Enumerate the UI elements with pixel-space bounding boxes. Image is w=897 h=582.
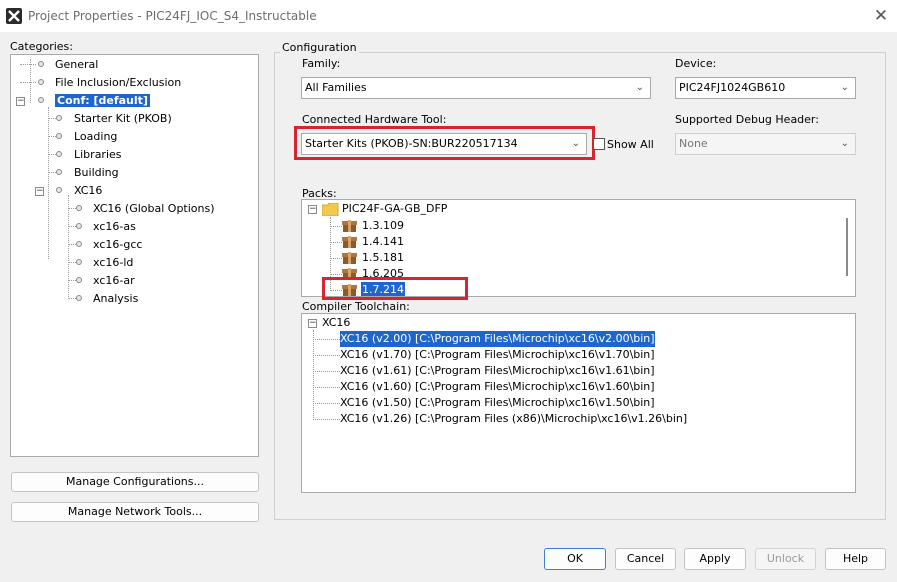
collapse-icon[interactable]: − <box>308 319 317 328</box>
collapse-icon[interactable]: − <box>35 187 44 196</box>
node-icon <box>76 241 82 247</box>
category-file-inclusion[interactable]: File Inclusion/Exclusion <box>55 75 181 91</box>
category-xc16-gcc[interactable]: xc16-gcc <box>93 237 142 253</box>
node-icon <box>76 277 82 283</box>
toolchain-item[interactable]: XC16 (v1.61) [C:\Program Files\Microchip… <box>340 363 655 379</box>
category-xc16[interactable]: XC16 <box>74 183 102 199</box>
device-value: PIC24FJ1024GB610 <box>679 81 786 94</box>
unlock-button[interactable]: Unlock <box>755 548 816 570</box>
family-select[interactable]: All Families ⌄ <box>301 77 651 99</box>
toolchain-label: Compiler Toolchain: <box>302 300 410 313</box>
mplab-app-icon <box>6 8 22 24</box>
node-icon <box>76 223 82 229</box>
annotation-highlight-hardware-tool <box>294 126 595 160</box>
device-select[interactable]: PIC24FJ1024GB610 ⌄ <box>675 77 856 99</box>
configuration-label: Configuration <box>280 41 359 54</box>
chevron-down-icon: ⌄ <box>840 82 849 93</box>
close-window-button[interactable]: ✕ <box>868 4 894 28</box>
toolchain-root[interactable]: XC16 <box>322 315 350 331</box>
conf-default-label: Conf: [default] <box>55 94 150 107</box>
node-icon <box>56 115 62 121</box>
chevron-down-icon: ⌄ <box>840 138 849 149</box>
collapse-icon[interactable]: − <box>16 97 25 106</box>
node-icon <box>76 259 82 265</box>
package-icon <box>342 220 357 232</box>
toolchain-item[interactable]: XC16 (v1.70) [C:\Program Files\Microchip… <box>340 347 655 363</box>
pack-version[interactable]: 1.5.181 <box>362 250 404 266</box>
toolchain-item[interactable]: XC16 (v1.26) [C:\Program Files (x86)\Mic… <box>340 411 687 427</box>
pack-version[interactable]: 1.4.141 <box>362 234 404 250</box>
category-libraries[interactable]: Libraries <box>74 147 122 163</box>
node-icon <box>76 205 82 211</box>
pack-version[interactable]: 1.3.109 <box>362 218 404 234</box>
node-icon <box>38 61 44 67</box>
node-icon <box>38 97 44 103</box>
package-icon <box>342 252 357 264</box>
toolchain-item[interactable]: XC16 (v1.50) [C:\Program Files\Microchip… <box>340 395 655 411</box>
collapse-icon[interactable]: − <box>308 205 317 214</box>
categories-tree[interactable]: General File Inclusion/Exclusion − Conf:… <box>10 54 259 457</box>
debug-header-label: Supported Debug Header: <box>675 113 819 126</box>
node-icon <box>56 133 62 139</box>
category-xc16-ld[interactable]: xc16-ld <box>93 255 133 271</box>
show-all-checkbox[interactable] <box>593 138 605 150</box>
manage-configurations-button[interactable]: Manage Configurations... <box>11 472 259 492</box>
device-label: Device: <box>675 57 717 70</box>
cancel-button[interactable]: Cancel <box>615 548 676 570</box>
family-value: All Families <box>305 81 367 94</box>
debug-header-value: None <box>679 137 708 150</box>
category-building[interactable]: Building <box>74 165 119 181</box>
category-loading[interactable]: Loading <box>74 129 117 145</box>
help-button[interactable]: Help <box>825 548 886 570</box>
pack-root[interactable]: PIC24F-GA-GB_DFP <box>342 201 447 217</box>
category-analysis[interactable]: Analysis <box>93 291 138 307</box>
node-icon <box>56 151 62 157</box>
manage-network-tools-button[interactable]: Manage Network Tools... <box>11 502 259 522</box>
show-all-label: Show All <box>607 138 654 151</box>
package-icon <box>342 236 357 248</box>
annotation-highlight-pack <box>322 277 468 300</box>
debug-header-select[interactable]: None ⌄ <box>675 133 856 155</box>
category-xc16-ar[interactable]: xc16-ar <box>93 273 135 289</box>
chevron-down-icon: ⌄ <box>635 82 644 93</box>
apply-button[interactable]: Apply <box>684 548 746 570</box>
window-title: Project Properties - PIC24FJ_IOC_S4_Inst… <box>28 9 317 23</box>
hardware-tool-label: Connected Hardware Tool: <box>302 113 447 126</box>
node-icon <box>56 169 62 175</box>
toolchain-tree[interactable]: − XC16 XC16 (v2.00) [C:\Program Files\Mi… <box>301 313 856 493</box>
categories-label: Categories: <box>10 40 73 53</box>
packs-scrollbar[interactable] <box>846 218 848 276</box>
category-xc16-as[interactable]: xc16-as <box>93 219 136 235</box>
node-icon <box>56 187 62 193</box>
folder-icon <box>322 203 339 216</box>
category-xc16-global[interactable]: XC16 (Global Options) <box>93 201 215 217</box>
toolchain-item[interactable]: XC16 (v1.60) [C:\Program Files\Microchip… <box>340 379 655 395</box>
node-icon <box>38 79 44 85</box>
toolchain-item-selected[interactable]: XC16 (v2.00) [C:\Program Files\Microchip… <box>340 331 655 347</box>
ok-button[interactable]: OK <box>544 548 606 570</box>
node-icon <box>76 295 82 301</box>
family-label: Family: <box>302 57 341 70</box>
category-general[interactable]: General <box>55 57 98 73</box>
category-conf-default[interactable]: Conf: [default] <box>55 93 150 109</box>
category-starter-kit[interactable]: Starter Kit (PKOB) <box>74 111 172 127</box>
